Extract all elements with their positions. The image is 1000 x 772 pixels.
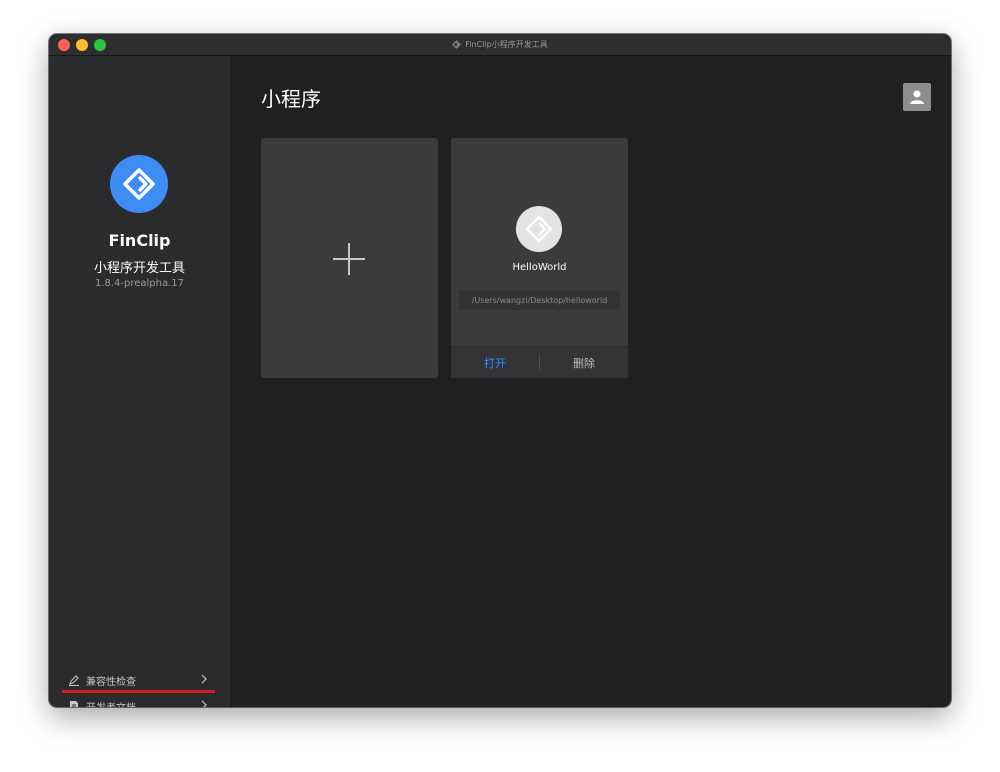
finclip-logo-icon [452,40,462,49]
project-card: HelloWorld /Users/wangzi/Desktop/hellowo… [451,138,628,378]
main-content: 小程序 HelloWorld /Users/wangzi/Desktop/hel… [230,56,951,707]
window-title-group: FinClip小程序开发工具 [49,34,951,55]
document-icon [70,701,78,707]
developer-docs-link[interactable]: 开发者文档 [68,697,208,707]
brand-subtitle: 小程序开发工具 [93,261,185,276]
project-path: /Users/wangzi/Desktop/helloworld [459,290,620,310]
finclip-logo-icon [525,215,553,243]
brand-name: FinClip [108,231,171,250]
title-bar: FinClip小程序开发工具 [49,34,951,56]
sidebar: FinClip 小程序开发工具 1.8.4-prealpha.17 兼容性检查 … [49,56,230,707]
finclip-logo [110,155,168,213]
new-project-card[interactable] [261,138,438,378]
open-project-button[interactable]: 打开 [451,355,539,371]
version-label: 1.8.4-prealpha.17 [94,278,185,289]
window-title: FinClip小程序开发工具 [465,40,548,49]
project-icon [516,206,562,252]
app-window: FinClip小程序开发工具 FinClip 小程序开发工具 1.8.4-pre… [49,34,951,707]
finclip-logo-icon [123,168,155,200]
project-name: HelloWorld [512,262,567,273]
user-avatar-button[interactable] [903,83,931,111]
compatibility-check-label: 兼容性检查 [86,676,136,688]
pencil-icon [69,675,79,686]
project-actions: 打开 删除 [451,346,628,378]
compatibility-check-link[interactable]: 兼容性检查 [68,671,208,689]
user-icon [910,90,924,104]
annotation-underline [62,690,215,693]
delete-project-button[interactable]: 删除 [540,355,628,371]
plus-icon [333,243,365,275]
page-title: 小程序 [261,87,321,111]
chevron-right-icon [201,700,207,707]
developer-docs-label: 开发者文档 [86,699,136,708]
chevron-right-icon [201,674,207,684]
